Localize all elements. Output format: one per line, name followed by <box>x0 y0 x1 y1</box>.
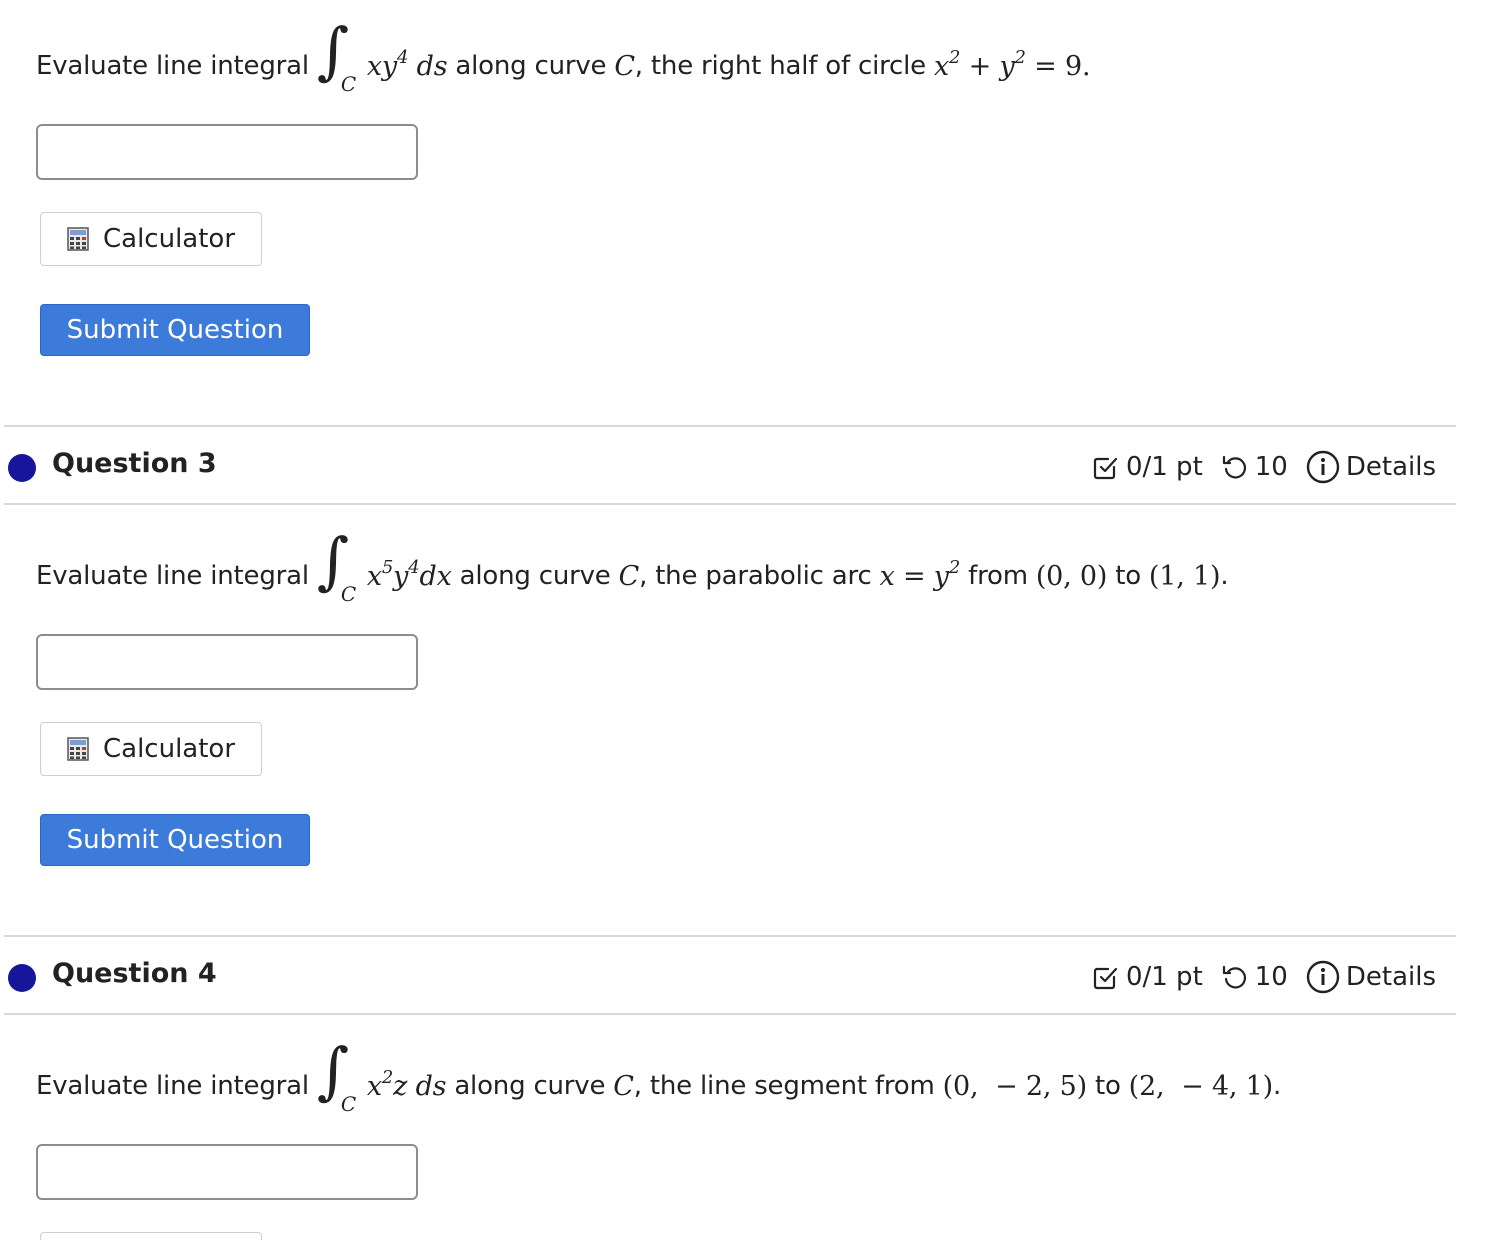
question-3-prompt: Evaluate line integral ∫ C x5y4dx along … <box>36 524 1229 626</box>
prompt-mid: along curve <box>455 51 607 81</box>
answer-input-q3[interactable] <box>36 634 418 690</box>
submit-question-button-q3[interactable]: Submit Question <box>40 814 310 866</box>
integrand: x5y4dx <box>366 556 452 592</box>
prompt-to: to <box>1115 561 1141 591</box>
calculator-icon <box>67 737 89 761</box>
integral-subscript: C <box>340 582 356 606</box>
point-start: (0, − 2, 5) <box>942 1070 1088 1102</box>
details-link[interactable]: Details <box>1346 962 1436 992</box>
divider <box>4 1013 1456 1015</box>
question-2-prompt: Evaluate line integral ∫ C xy4 ds along … <box>36 14 1091 116</box>
calculator-label: Calculator <box>103 224 236 254</box>
prompt-period: . <box>1273 1071 1282 1101</box>
prompt-equation: x = y2 <box>879 556 961 592</box>
prompt-desc: , the right half of circle <box>634 51 926 81</box>
info-circle-icon[interactable] <box>1306 450 1340 484</box>
point-end: (1, 1) <box>1148 560 1221 592</box>
checkbox-check-icon <box>1093 967 1118 990</box>
score-text: 0/1 pt <box>1125 962 1203 992</box>
divider <box>4 935 1456 937</box>
prompt-from: from <box>968 561 1028 591</box>
question-3-header: Question 3 0/1 pt 10 Details <box>0 428 1456 504</box>
integrand: x2z ds <box>366 1066 447 1102</box>
integral-symbol: ∫ C <box>316 14 356 97</box>
point-start: (0, 0) <box>1035 560 1108 592</box>
info-circle-icon[interactable] <box>1306 960 1340 994</box>
integral-symbol: ∫ C <box>316 524 356 607</box>
retry-arrow-icon <box>1222 455 1246 479</box>
calculator-label: Calculator <box>103 734 236 764</box>
divider <box>4 425 1456 427</box>
prompt-period: . <box>1220 561 1229 591</box>
question-meta: 0/1 pt 10 Details <box>1092 450 1436 484</box>
question-status-dot <box>8 454 36 482</box>
details-link[interactable]: Details <box>1346 452 1436 482</box>
prompt-mid: along curve <box>454 1071 606 1101</box>
submit-question-button-q2[interactable]: Submit Question <box>40 304 310 356</box>
checkbox-check-icon <box>1093 457 1118 480</box>
attempts-text: 10 <box>1254 452 1288 482</box>
calculator-icon <box>67 227 89 251</box>
question-status-dot <box>8 964 36 992</box>
integral-subscript: C <box>340 1092 356 1116</box>
prompt-to: to <box>1094 1071 1121 1101</box>
integral-subscript: C <box>340 72 356 96</box>
prompt-equation: x2 + y2 = 9. <box>933 46 1091 82</box>
divider <box>4 503 1456 505</box>
score-text: 0/1 pt <box>1125 452 1203 482</box>
prompt-prefix: Evaluate line integral <box>36 561 309 591</box>
prompt-desc: , the line segment from <box>633 1071 935 1101</box>
prompt-prefix: Evaluate line integral <box>36 1071 309 1101</box>
calculator-button-q2[interactable]: Calculator <box>40 212 262 266</box>
calculator-button-q4[interactable] <box>40 1232 262 1240</box>
question-4-header: Question 4 0/1 pt 10 Details <box>0 938 1456 1014</box>
question-4-prompt: Evaluate line integral ∫ C x2z ds along … <box>36 1036 1281 1136</box>
curve-name: C <box>613 1070 634 1102</box>
integrand: xy4 ds <box>366 46 448 82</box>
curve-name: C <box>618 560 640 592</box>
attempts-text: 10 <box>1254 962 1288 992</box>
question-meta: 0/1 pt 10 Details <box>1092 960 1436 994</box>
curve-name: C <box>614 50 635 82</box>
question-title: Question 4 <box>52 958 217 989</box>
retry-arrow-icon <box>1222 965 1246 989</box>
answer-input-q4[interactable] <box>36 1144 418 1200</box>
prompt-prefix: Evaluate line integral <box>36 51 309 81</box>
question-title: Question 3 <box>52 448 217 479</box>
point-end: (2, − 4, 1) <box>1128 1070 1274 1102</box>
calculator-button-q3[interactable]: Calculator <box>40 722 262 776</box>
integral-symbol: ∫ C <box>316 1034 356 1117</box>
answer-input-q2[interactable] <box>36 124 418 180</box>
prompt-mid: along curve <box>459 561 611 591</box>
prompt-desc: , the parabolic arc <box>639 561 872 591</box>
